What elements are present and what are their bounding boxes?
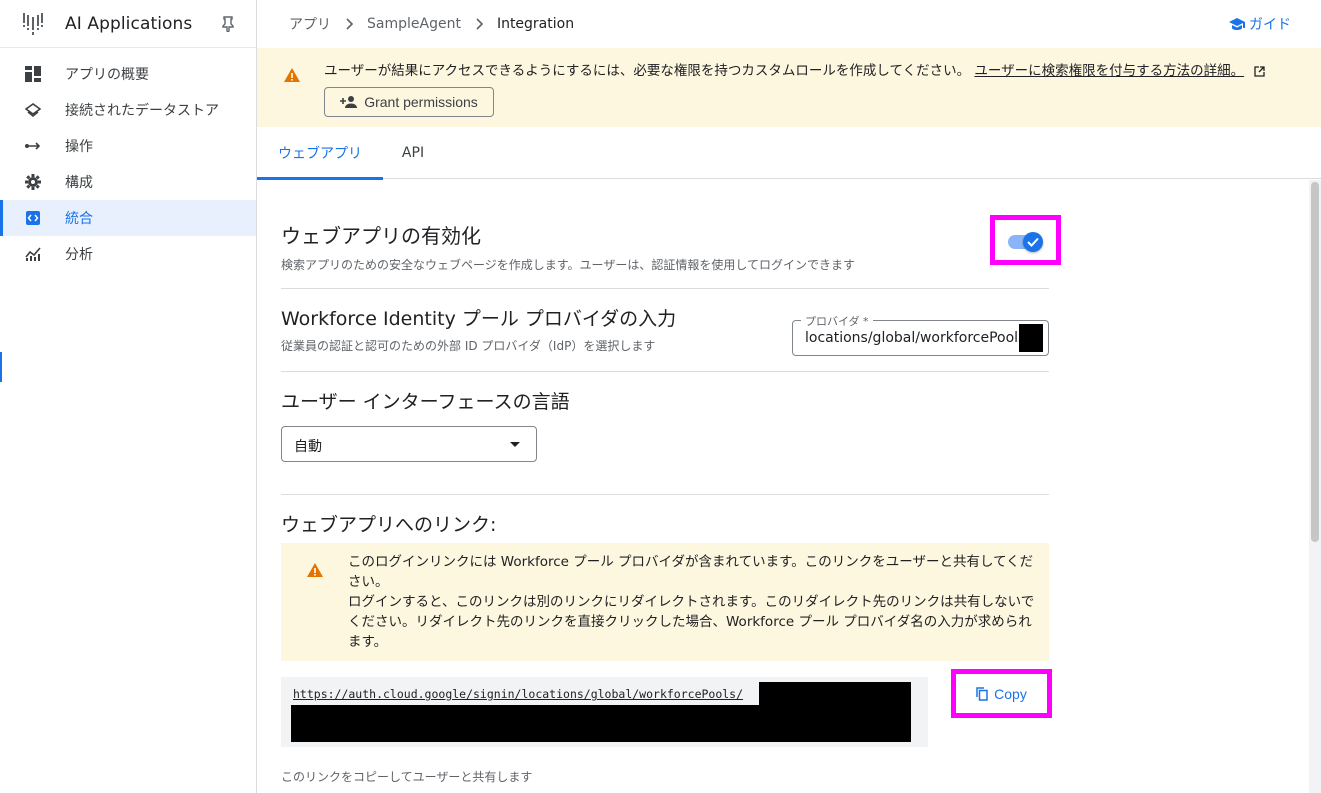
breadcrumb: アプリ SampleAgent Integration ガイド [257,0,1321,48]
divider [281,288,1049,289]
sidebar-item-label: 分析 [65,247,93,263]
open-in-new-icon[interactable] [1254,65,1266,81]
analytics-icon [24,245,42,263]
redacted-block [291,705,911,742]
grant-permissions-label: Grant permissions [364,94,478,110]
copy-highlight: Copy [951,669,1052,718]
divider [281,494,1049,495]
scrollbar-thumb[interactable] [1311,182,1319,542]
app-logo-icon[interactable] [20,11,46,37]
tab-label: ウェブアプリ [278,146,362,162]
dashboard-icon [24,65,42,83]
login-link-box: https://auth.cloud.google/signin/locatio… [281,677,928,747]
tab-bar: ウェブアプリ API [257,127,1321,180]
sidebar-item-label: 統合 [65,211,93,227]
chevron-right-icon [475,18,483,30]
banner-message: ユーザーが結果にアクセスできるようにするには、必要な権限を持つカスタムロールを作… [324,59,1266,81]
divider [281,371,1049,372]
sidebar-nav: アプリの概要 接続されたデータストア 操作 構成 統合 分析 [0,48,256,272]
scrollbar[interactable] [1309,180,1321,793]
edge-marker [0,352,2,382]
copy-label: Copy [994,685,1027,702]
copy-icon [976,686,988,701]
ui-language-value: 自動 [294,439,322,455]
provider-field[interactable]: プロバイダ * locations/global/workforcePools/ [792,313,1049,356]
warning-icon [284,67,300,86]
dropdown-arrow-icon [510,442,520,447]
copy-button[interactable]: Copy [976,686,1027,702]
guide-button[interactable]: ガイド [1229,14,1291,34]
tab-webapp[interactable]: ウェブアプリ [257,127,383,180]
warning-icon [307,562,323,581]
copy-helper-text: このリンクをコピーしてユーザーと共有します [281,770,533,784]
sidebar: AI Applications アプリの概要 接続されたデータストア 操作 構成… [0,0,257,793]
actions-icon [24,137,42,155]
app-title: AI Applications [65,13,193,34]
sidebar-item-config[interactable]: 構成 [0,164,256,200]
provider-field-value: locations/global/workforcePools/ [805,330,1031,346]
permission-banner: ユーザーが結果にアクセスできるようにするには、必要な権限を持つカスタムロールを作… [257,48,1321,127]
search-permission-help-link[interactable]: ユーザーに検索権限を付与する方法の詳細。 [974,63,1244,79]
webapp-panel: ウェブアプリの有効化 検索アプリのための安全なウェブページを作成します。ユーザー… [257,180,1321,793]
warning-line: このログインリンクには Workforce プール プロバイダが含まれています。… [348,554,1034,590]
login-link-url[interactable]: https://auth.cloud.google/signin/locatio… [293,687,743,701]
check-icon [1022,232,1043,252]
ui-language-title: ユーザー インターフェースの言語 [281,391,570,413]
pin-icon[interactable] [218,14,238,34]
breadcrumb-item-current: Integration [496,16,575,32]
tab-api[interactable]: API [383,127,443,179]
sidebar-item-label: 接続されたデータストア [65,103,219,119]
chevron-right-icon [345,18,353,30]
login-link-warning: このログインリンクには Workforce プール プロバイダが含まれています。… [281,543,1049,661]
webapp-link-title: ウェブアプリへのリンク: [281,514,497,536]
sidebar-item-integration[interactable]: 統合 [0,200,256,236]
enable-webapp-title: ウェブアプリの有効化 [281,224,481,248]
wif-provider-description: 従業員の認証と認可のための外部 ID プロバイダ（IdP）を選択します [281,339,656,353]
sidebar-item-label: 構成 [65,175,93,191]
wif-provider-title: Workforce Identity プール プロバイダの入力 [281,308,677,330]
sidebar-header: AI Applications [0,0,256,48]
gear-icon [24,173,42,191]
sidebar-item-datastores[interactable]: 接続されたデータストア [0,92,256,128]
enable-webapp-toggle[interactable] [1007,230,1044,252]
sidebar-item-label: 操作 [65,139,93,155]
banner-text: ユーザーが結果にアクセスできるようにするには、必要な権限を持つカスタムロールを作… [324,63,971,79]
grant-permissions-button[interactable]: Grant permissions [324,87,494,117]
tab-label: API [401,145,425,161]
code-icon [24,209,42,227]
sidebar-item-actions[interactable]: 操作 [0,128,256,164]
person-add-icon [340,96,358,108]
enable-webapp-description: 検索アプリのための安全なウェブページを作成します。ユーザーは、認証情報を使用して… [281,258,855,272]
provider-field-label: プロバイダ * [801,313,873,329]
breadcrumb-item-apps[interactable]: アプリ [289,14,331,34]
guide-label: ガイド [1249,17,1291,33]
sidebar-item-label: アプリの概要 [65,67,149,83]
breadcrumb-item-agent[interactable]: SampleAgent [367,16,461,32]
redacted-block [1019,324,1043,352]
sidebar-item-overview[interactable]: アプリの概要 [0,56,256,92]
layers-icon [24,101,42,119]
warning-line: ログインすると、このリンクは別のリンクにリダイレクトされます。このリダイレクト先… [348,594,1035,650]
school-icon [1229,18,1245,30]
warning-text: このログインリンクには Workforce プール プロバイダが含まれています。… [348,552,1038,652]
toggle-highlight [990,215,1061,265]
sidebar-item-analytics[interactable]: 分析 [0,236,256,272]
ui-language-select[interactable]: 自動 [281,426,537,462]
